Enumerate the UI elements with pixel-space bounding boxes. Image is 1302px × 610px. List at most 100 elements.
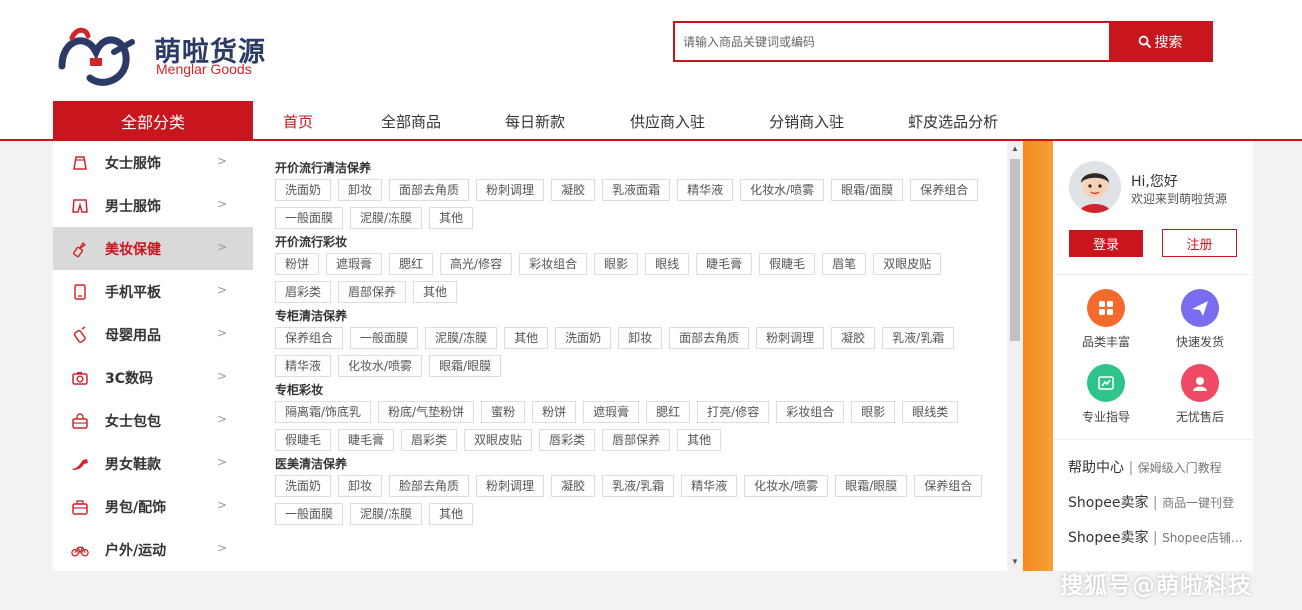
sidebar-item-mens-clothing[interactable]: 男士服饰 > (53, 184, 253, 227)
nav-item-home[interactable]: 首页 (253, 101, 347, 141)
sidebar-item-womens-clothing[interactable]: 女士服饰 > (53, 141, 253, 184)
subcategory-tag[interactable]: 其他 (504, 327, 549, 349)
panel-scrollbar[interactable]: ▲ ▼ (1007, 141, 1023, 571)
brand-logo[interactable]: 萌啦货源 Menglar Goods (56, 18, 276, 88)
feature-fast-shipping[interactable]: 快速发货 (1160, 289, 1240, 350)
shopee-listing-link[interactable]: Shopee卖家 | 商品一键刊登 (1068, 492, 1248, 512)
subcategory-tag[interactable]: 其他 (429, 503, 474, 525)
subcategory-tag[interactable]: 精华液 (275, 355, 332, 377)
sidebar-item-phones[interactable]: 手机平板 > (53, 270, 253, 313)
nav-all-categories[interactable]: 全部分类 (53, 101, 253, 141)
subcategory-tag[interactable]: 假睫毛 (759, 253, 816, 275)
subcategory-group-title[interactable]: 专柜清洁保养 (275, 309, 1023, 324)
subcategory-group-title[interactable]: 医美清洁保养 (275, 457, 1023, 472)
subcategory-tag[interactable]: 高光/修容 (440, 253, 513, 275)
subcategory-tag[interactable]: 腮红 (646, 401, 691, 423)
sidebar-item-shoes[interactable]: 男女鞋款 > (53, 442, 253, 485)
subcategory-tag[interactable]: 泥膜/冻膜 (350, 503, 423, 525)
subcategory-tag[interactable]: 粉刺调理 (756, 327, 825, 349)
subcategory-tag[interactable]: 乳液面霜 (602, 179, 671, 201)
subcategory-tag[interactable]: 睫毛膏 (696, 253, 753, 275)
subcategory-tag[interactable]: 蜜粉 (481, 401, 526, 423)
subcategory-tag[interactable]: 粉饼 (532, 401, 577, 423)
subcategory-tag[interactable]: 打亮/修容 (697, 401, 770, 423)
scroll-down-icon[interactable]: ▼ (1010, 557, 1020, 566)
subcategory-tag[interactable]: 洗面奶 (275, 179, 332, 201)
subcategory-tag[interactable]: 眼线 (645, 253, 690, 275)
subcategory-tag[interactable]: 化妆水/喷雾 (338, 355, 423, 377)
subcategory-tag[interactable]: 彩妆组合 (776, 401, 845, 423)
sidebar-item-baby[interactable]: 母婴用品 > (53, 313, 253, 356)
subcategory-tag[interactable]: 乳液/乳霜 (602, 475, 675, 497)
nav-item-shopee-analysis[interactable]: 虾皮选品分析 (876, 101, 998, 141)
subcategory-tag[interactable]: 唇部保养 (602, 429, 671, 451)
subcategory-tag[interactable]: 眼霜/眼膜 (835, 475, 908, 497)
subcategory-tag[interactable]: 卸妆 (618, 327, 663, 349)
subcategory-tag[interactable]: 遮瑕膏 (326, 253, 383, 275)
subcategory-tag[interactable]: 面部去角质 (389, 179, 470, 201)
subcategory-tag[interactable]: 粉饼 (275, 253, 320, 275)
subcategory-tag[interactable]: 假睫毛 (275, 429, 332, 451)
subcategory-tag[interactable]: 卸妆 (338, 179, 383, 201)
subcategory-group-title[interactable]: 专柜彩妆 (275, 383, 1023, 398)
subcategory-tag[interactable]: 粉刺调理 (476, 475, 545, 497)
subcategory-tag[interactable]: 眼霜/面膜 (831, 179, 904, 201)
scroll-thumb[interactable] (1010, 159, 1020, 341)
subcategory-tag[interactable]: 腮红 (389, 253, 434, 275)
subcategory-tag[interactable]: 一般面膜 (275, 207, 344, 229)
subcategory-tag[interactable]: 眉部保养 (338, 281, 407, 303)
subcategory-tag[interactable]: 卸妆 (338, 475, 383, 497)
search-input[interactable] (675, 23, 1109, 60)
subcategory-tag[interactable]: 精华液 (681, 475, 738, 497)
login-button[interactable]: 登录 (1069, 230, 1143, 257)
subcategory-tag[interactable]: 面部去角质 (669, 327, 750, 349)
nav-item-daily-new[interactable]: 每日新款 (473, 101, 598, 141)
nav-item-supplier[interactable]: 供应商入驻 (598, 101, 737, 141)
subcategory-tag[interactable]: 化妆水/喷雾 (740, 179, 825, 201)
subcategory-tag[interactable]: 凝胶 (551, 475, 596, 497)
subcategory-tag[interactable]: 眼线类 (902, 401, 959, 423)
subcategory-tag[interactable]: 隔离霜/饰底乳 (275, 401, 372, 423)
subcategory-tag[interactable]: 眉彩类 (275, 281, 332, 303)
subcategory-tag[interactable]: 眉笔 (822, 253, 867, 275)
subcategory-tag[interactable]: 粉底/气垫粉饼 (378, 401, 475, 423)
sidebar-item-3c-digital[interactable]: 3C数码 > (53, 356, 253, 399)
subcategory-group-title[interactable]: 开价流行彩妆 (275, 235, 1023, 250)
subcategory-tag[interactable]: 彩妆组合 (519, 253, 588, 275)
subcategory-tag[interactable]: 其他 (677, 429, 722, 451)
sidebar-item-mens-bags[interactable]: 男包/配饰 > (53, 485, 253, 528)
subcategory-tag[interactable]: 遮瑕膏 (583, 401, 640, 423)
subcategory-tag[interactable]: 其他 (413, 281, 458, 303)
subcategory-tag[interactable]: 乳液/乳霜 (882, 327, 955, 349)
subcategory-tag[interactable]: 其他 (429, 207, 474, 229)
subcategory-tag[interactable]: 一般面膜 (275, 503, 344, 525)
subcategory-tag[interactable]: 泥膜/冻膜 (425, 327, 498, 349)
feature-pro-guidance[interactable]: 专业指导 (1066, 364, 1146, 425)
subcategory-tag[interactable]: 洗面奶 (275, 475, 332, 497)
subcategory-tag[interactable]: 粉刺调理 (476, 179, 545, 201)
subcategory-tag[interactable]: 眉彩类 (401, 429, 458, 451)
subcategory-tag[interactable]: 精华液 (677, 179, 734, 201)
subcategory-tag[interactable]: 脸部去角质 (389, 475, 470, 497)
subcategory-tag[interactable]: 双眼皮贴 (873, 253, 942, 275)
register-button[interactable]: 注册 (1162, 229, 1237, 257)
subcategory-tag[interactable]: 洗面奶 (555, 327, 612, 349)
feature-rich-categories[interactable]: 品类丰富 (1066, 289, 1146, 350)
sidebar-item-womens-bags[interactable]: 女士包包 > (53, 399, 253, 442)
subcategory-tag[interactable]: 双眼皮贴 (464, 429, 533, 451)
nav-item-distributor[interactable]: 分销商入驻 (737, 101, 876, 141)
search-button[interactable]: 搜索 (1109, 23, 1211, 60)
sidebar-item-outdoor[interactable]: 户外/运动 > (53, 528, 253, 571)
sidebar-item-beauty[interactable]: 美妆保健 > (53, 227, 253, 270)
subcategory-tag[interactable]: 睫毛膏 (338, 429, 395, 451)
subcategory-group-title[interactable]: 开价流行清洁保养 (275, 161, 1023, 176)
nav-item-all-goods[interactable]: 全部商品 (347, 101, 473, 141)
subcategory-tag[interactable]: 凝胶 (831, 327, 876, 349)
help-center-link[interactable]: 帮助中心 | 保姆级入门教程 (1068, 457, 1248, 477)
subcategory-tag[interactable]: 凝胶 (551, 179, 596, 201)
subcategory-tag[interactable]: 眼霜/眼膜 (429, 355, 502, 377)
subcategory-tag[interactable]: 眼影 (851, 401, 896, 423)
subcategory-tag[interactable]: 一般面膜 (350, 327, 419, 349)
subcategory-tag[interactable]: 唇彩类 (539, 429, 596, 451)
subcategory-tag[interactable]: 保养组合 (914, 475, 983, 497)
